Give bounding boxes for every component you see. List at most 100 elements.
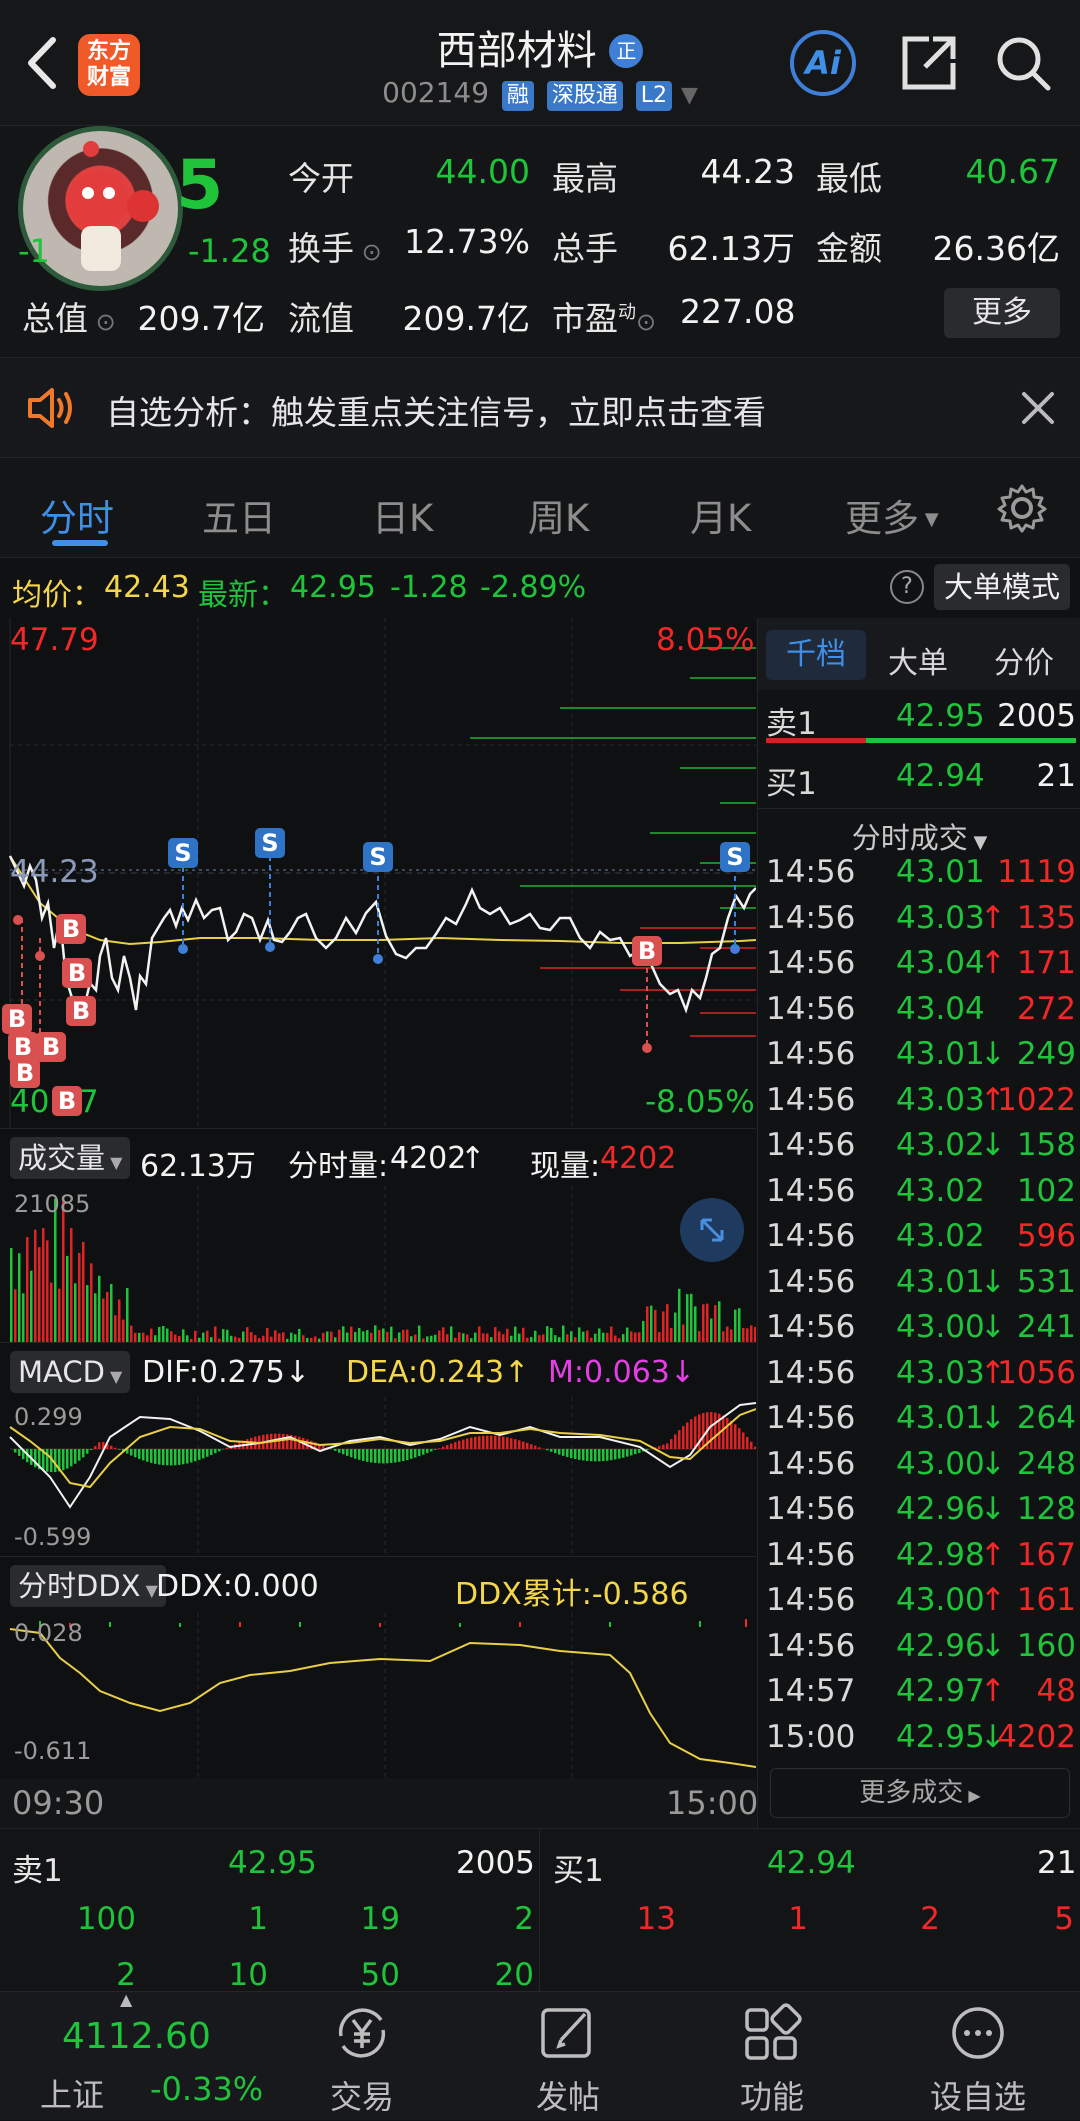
tab-weekly-k[interactable]: 周K (528, 488, 589, 542)
macd-bar (366, 1449, 369, 1462)
volume-bar (538, 1335, 541, 1342)
tab-depth-levels[interactable]: 千档 (766, 630, 866, 680)
volume-bar (290, 1333, 293, 1342)
volume-chart[interactable]: 21085 (0, 1186, 756, 1342)
big-order-mode-button[interactable]: 大单模式 (934, 564, 1070, 610)
tab-more-label: 更多 (845, 497, 919, 540)
tab-five-day[interactable]: 五日 (202, 488, 276, 542)
buy-signal-marker[interactable]: B (10, 1058, 40, 1088)
macd-bar (614, 1449, 617, 1459)
macd-bar (162, 1449, 165, 1465)
sell-signal-marker[interactable]: S (363, 842, 393, 872)
nav-trade[interactable]: 交易 (282, 1992, 442, 2121)
expand-icon[interactable] (680, 1198, 744, 1262)
signal-notice[interactable]: 自选分析：触发重点关注信号，立即点击查看 (0, 358, 1080, 458)
volume-bar (130, 1326, 133, 1342)
macd-bar (570, 1449, 573, 1458)
volume-bar (734, 1310, 737, 1342)
buy-signal-marker[interactable]: B (52, 1086, 82, 1116)
nav-add-watchlist[interactable]: 设自选 (898, 1992, 1058, 2121)
macd-bar (750, 1442, 753, 1449)
macd-bar (722, 1416, 725, 1449)
nav-functions[interactable]: 功能 (692, 1992, 852, 2121)
trade-price: 43.03 (896, 1082, 985, 1118)
tab-monthly-k[interactable]: 月K (690, 488, 751, 542)
trade-price: 43.00 (896, 1309, 985, 1345)
gear-icon[interactable] (996, 482, 1048, 538)
volume-label: 总手 (552, 222, 618, 270)
macd-bar (510, 1438, 513, 1449)
macd-bar (90, 1449, 93, 1450)
turnover-label-wrap: 换手 ⊙ (288, 222, 382, 270)
trade-time: 14:56 (766, 1491, 855, 1527)
close-icon[interactable] (1018, 388, 1058, 432)
tab-daily-k[interactable]: 日K (372, 488, 433, 542)
ddx-panel[interactable]: 分时DDX ▼ DDX:0.000 DDX累计:-0.586 0.028 -0.… (0, 1556, 756, 1778)
trade-price: 43.01 (896, 1264, 985, 1300)
chevron-down-icon[interactable]: ▼ (681, 83, 698, 108)
macd-selector[interactable]: MACD ▼ (10, 1351, 130, 1393)
trade-price: 43.00 (896, 1582, 985, 1618)
macd-bar (554, 1449, 557, 1453)
info-circle-icon[interactable]: ⊙ (636, 308, 656, 336)
sell-signal-marker[interactable]: S (168, 838, 198, 868)
macd-bar (586, 1449, 589, 1461)
nav-post[interactable]: 发帖 (488, 1992, 648, 2121)
depth-buy1-row: 买1 42.94 21 (766, 758, 1076, 803)
info-circle-icon[interactable]: ⊙ (88, 308, 116, 336)
macd-bar (478, 1436, 481, 1449)
buy-signal-marker[interactable]: B (66, 996, 96, 1026)
buy-signal-marker[interactable]: B (36, 1032, 66, 1062)
volume-bar (414, 1335, 417, 1342)
depth-sell1-row: 卖1 42.95 2005 (766, 698, 1076, 743)
tab-intraday[interactable]: 分时 (40, 488, 114, 542)
volume-bar (678, 1289, 681, 1342)
trade-row: 15:0042.95↓4202 (766, 1719, 1076, 1764)
trade-time: 14:56 (766, 1218, 855, 1254)
macd-bar (714, 1413, 717, 1449)
tab-price-distribution[interactable]: 分价 (994, 638, 1054, 682)
trades-title[interactable]: 分时成交 ▼ (758, 808, 1080, 852)
trade-list[interactable]: 14:5643.01111914:5643.03↑13514:5643.04↑1… (758, 854, 1080, 1766)
tab-big-orders[interactable]: 大单 (888, 638, 948, 682)
macd-bar (490, 1436, 493, 1449)
buy-signal-marker[interactable]: B (56, 914, 86, 944)
search-icon[interactable] (988, 28, 1058, 98)
ai-assistant-icon[interactable]: Ai (790, 30, 856, 96)
info-circle-icon[interactable]: ⊙ (354, 238, 382, 266)
buy-signal-marker[interactable]: B (2, 1004, 32, 1034)
volume-bar (346, 1333, 349, 1342)
order-book[interactable]: 卖1 42.95 2005 1001192 2105020 买1 42.94 2… (0, 1828, 1080, 1991)
trade-time: 14:56 (766, 1446, 855, 1482)
volume-selector[interactable]: 成交量 ▼ (10, 1137, 130, 1179)
buy-signal-marker[interactable]: B (62, 958, 92, 988)
help-icon[interactable]: ? (890, 570, 924, 604)
intraday-price-chart[interactable]: 47.79 8.05% 44.23 40.67 -8.05% S S S S B… (0, 618, 756, 1128)
macd-bar (670, 1439, 673, 1449)
share-icon[interactable] (894, 28, 964, 98)
macd-bar (518, 1440, 521, 1449)
tab-more[interactable]: 更多 ▼ (845, 488, 939, 542)
macd-panel[interactable]: MACD ▼ DIF:0.275↓ DEA:0.243↑ M:0.063↓ 0.… (0, 1342, 756, 1556)
sell-signal-marker[interactable]: S (255, 828, 285, 858)
macd-bar (686, 1422, 689, 1449)
buy-signal-marker[interactable]: B (632, 936, 662, 966)
trade-volume: 171 (1017, 945, 1076, 981)
sell-signal-marker[interactable]: S (720, 842, 750, 872)
index-ticker[interactable]: ▲ 4112.60 上证 -0.33% (0, 1992, 270, 2121)
trade-price: 43.04 (896, 991, 985, 1027)
volume-bar (378, 1330, 381, 1342)
more-trades-button[interactable]: 更多成交 ▶ (770, 1768, 1070, 1818)
macd-bar (342, 1449, 345, 1454)
more-button[interactable]: 更多 (944, 288, 1060, 338)
macd-bar (666, 1443, 669, 1449)
volume-bar (202, 1333, 205, 1342)
ddx-selector[interactable]: 分时DDX ▼ (10, 1565, 166, 1607)
order-book-sell: 卖1 42.95 2005 1001192 2105020 (0, 1829, 540, 1992)
chart-ref-price: 44.23 (10, 854, 99, 890)
macd-bar (726, 1418, 729, 1449)
volume-bar (222, 1329, 225, 1342)
buy1-label: 买1 (766, 758, 817, 803)
edit-icon (537, 2002, 599, 2064)
volume-bar (434, 1335, 437, 1342)
